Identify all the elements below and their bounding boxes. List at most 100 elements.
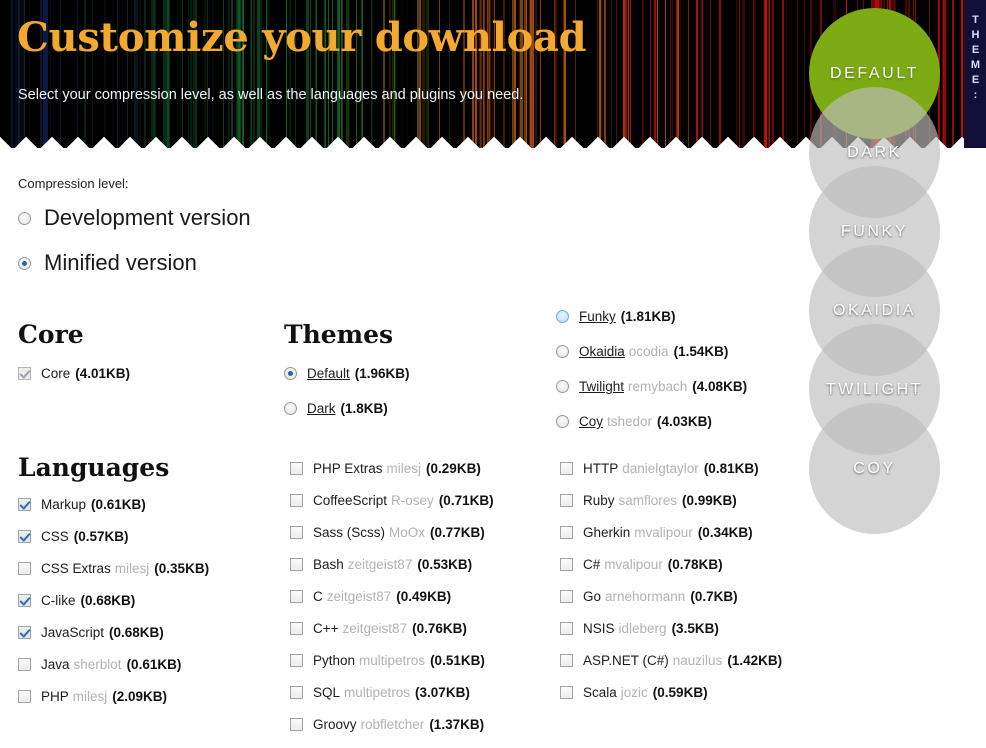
option-toggle[interactable] <box>18 560 31 579</box>
checkbox-icon[interactable] <box>18 562 31 575</box>
option-row-sql[interactable]: SQL multipetros (3.07KB) <box>290 684 546 703</box>
option-row-coffeescript[interactable]: CoffeeScript R-osey (0.71KB) <box>290 492 546 511</box>
option-row-coy[interactable]: Coy tshedor (4.03KB) <box>556 413 826 432</box>
option-row-css-extras[interactable]: CSS Extras milesj (0.35KB) <box>18 560 268 579</box>
option-toggle[interactable] <box>560 556 573 575</box>
option-toggle[interactable] <box>18 528 31 547</box>
option-row-c-like[interactable]: C-like (0.68KB) <box>18 592 268 611</box>
option-toggle[interactable] <box>290 620 303 639</box>
option-row-python[interactable]: Python multipetros (0.51KB) <box>290 652 546 671</box>
option-row-java[interactable]: Java sherblot (0.61KB) <box>18 656 268 675</box>
option-row-go[interactable]: Go arnehormann (0.7KB) <box>560 588 830 607</box>
option-row-twilight[interactable]: Twilight remybach (4.08KB) <box>556 378 826 397</box>
checkbox-icon[interactable] <box>560 526 573 539</box>
option-row-groovy[interactable]: Groovy robfletcher (1.37KB) <box>290 716 546 735</box>
option-row-php-extras[interactable]: PHP Extras milesj (0.29KB) <box>290 460 546 479</box>
theme-tab[interactable]: THEME: <box>964 0 986 148</box>
option-row-ruby[interactable]: Ruby samflores (0.99KB) <box>560 492 830 511</box>
radio-icon[interactable] <box>284 402 297 415</box>
checkbox-icon[interactable] <box>290 718 303 731</box>
option-toggle[interactable] <box>18 496 31 515</box>
theme-circle-coy[interactable]: COY <box>809 403 940 534</box>
option-row-scala[interactable]: Scala jozic (0.59KB) <box>560 684 830 703</box>
option-row-funky[interactable]: Funky (1.81KB) <box>556 308 826 327</box>
option-toggle[interactable] <box>18 592 31 611</box>
option-row-markup[interactable]: Markup (0.61KB) <box>18 496 268 515</box>
option-toggle[interactable] <box>290 652 303 671</box>
checkbox-icon[interactable] <box>290 622 303 635</box>
checkbox-icon[interactable] <box>290 494 303 507</box>
option-toggle[interactable] <box>18 688 31 707</box>
option-toggle[interactable] <box>556 413 569 432</box>
option-row-dark[interactable]: Dark (1.8KB) <box>284 400 534 419</box>
option-toggle[interactable] <box>290 556 303 575</box>
option-toggle[interactable] <box>556 308 569 327</box>
radio-icon[interactable] <box>556 415 569 428</box>
checkbox-icon[interactable] <box>18 690 31 703</box>
radio-icon[interactable] <box>556 380 569 393</box>
checkbox-icon[interactable] <box>18 530 31 543</box>
radio-icon[interactable] <box>284 367 297 380</box>
option-row-c[interactable]: C# mvalipour (0.78KB) <box>560 556 830 575</box>
option-toggle[interactable] <box>556 378 569 397</box>
compression-option-development[interactable]: Development version <box>18 205 251 231</box>
option-toggle[interactable] <box>290 524 303 543</box>
option-toggle[interactable] <box>18 365 31 384</box>
option-row-bash[interactable]: Bash zeitgeist87 (0.53KB) <box>290 556 546 575</box>
option-author: multipetros <box>344 685 410 700</box>
option-toggle[interactable] <box>560 620 573 639</box>
option-row-asp-net-c[interactable]: ASP.NET (C#) nauzilus (1.42KB) <box>560 652 830 671</box>
option-toggle[interactable] <box>290 716 303 735</box>
radio-icon[interactable] <box>18 212 31 225</box>
option-toggle[interactable] <box>560 684 573 703</box>
checkbox-icon[interactable] <box>18 626 31 639</box>
checkbox-icon[interactable] <box>290 590 303 603</box>
option-toggle[interactable] <box>560 588 573 607</box>
checkbox-icon[interactable] <box>290 654 303 667</box>
checkbox-icon[interactable] <box>560 558 573 571</box>
checkbox-icon[interactable] <box>290 462 303 475</box>
option-toggle[interactable] <box>18 656 31 675</box>
option-toggle[interactable] <box>284 400 297 419</box>
checkbox-icon[interactable] <box>290 526 303 539</box>
checkbox-icon[interactable] <box>560 590 573 603</box>
option-row-c[interactable]: Czeitgeist87 (0.49KB) <box>290 588 546 607</box>
checkbox-icon[interactable] <box>18 498 31 511</box>
checkbox-icon[interactable] <box>290 686 303 699</box>
option-row-http[interactable]: HTTP danielgtaylor (0.81KB) <box>560 460 830 479</box>
checkbox-icon[interactable] <box>560 462 573 475</box>
option-toggle[interactable] <box>560 524 573 543</box>
checkbox-icon[interactable] <box>18 658 31 671</box>
option-toggle[interactable] <box>560 460 573 479</box>
option-toggle[interactable] <box>290 684 303 703</box>
checkbox-icon[interactable] <box>290 558 303 571</box>
option-row-php[interactable]: PHP milesj (2.09KB) <box>18 688 268 707</box>
option-toggle[interactable] <box>290 588 303 607</box>
option-toggle[interactable] <box>284 365 297 384</box>
radio-icon[interactable] <box>556 310 569 323</box>
radio-icon[interactable] <box>556 345 569 358</box>
option-row-css[interactable]: CSS (0.57KB) <box>18 528 268 547</box>
checkbox-icon[interactable] <box>18 594 31 607</box>
checkbox-icon[interactable] <box>18 367 31 380</box>
option-row-nsis[interactable]: NSIS idleberg (3.5KB) <box>560 620 830 639</box>
option-row-core[interactable]: Core (4.01KB) <box>18 365 268 384</box>
option-toggle[interactable] <box>556 343 569 362</box>
checkbox-icon[interactable] <box>560 622 573 635</box>
checkbox-icon[interactable] <box>560 686 573 699</box>
option-row-sass-scss[interactable]: Sass (Scss) MoOx (0.77KB) <box>290 524 546 543</box>
option-row-gherkin[interactable]: Gherkin mvalipour (0.34KB) <box>560 524 830 543</box>
option-row-javascript[interactable]: JavaScript (0.68KB) <box>18 624 268 643</box>
option-toggle[interactable] <box>18 624 31 643</box>
option-toggle[interactable] <box>290 492 303 511</box>
checkbox-icon[interactable] <box>560 654 573 667</box>
option-toggle[interactable] <box>560 492 573 511</box>
option-toggle[interactable] <box>290 460 303 479</box>
compression-option-minified[interactable]: Minified version <box>18 250 197 276</box>
checkbox-icon[interactable] <box>560 494 573 507</box>
radio-icon[interactable] <box>18 257 31 270</box>
option-row-okaidia[interactable]: Okaidia ocodia (1.54KB) <box>556 343 826 362</box>
option-row-default[interactable]: Default (1.96KB) <box>284 365 534 384</box>
option-row-c[interactable]: C++ zeitgeist87 (0.76KB) <box>290 620 546 639</box>
option-toggle[interactable] <box>560 652 573 671</box>
